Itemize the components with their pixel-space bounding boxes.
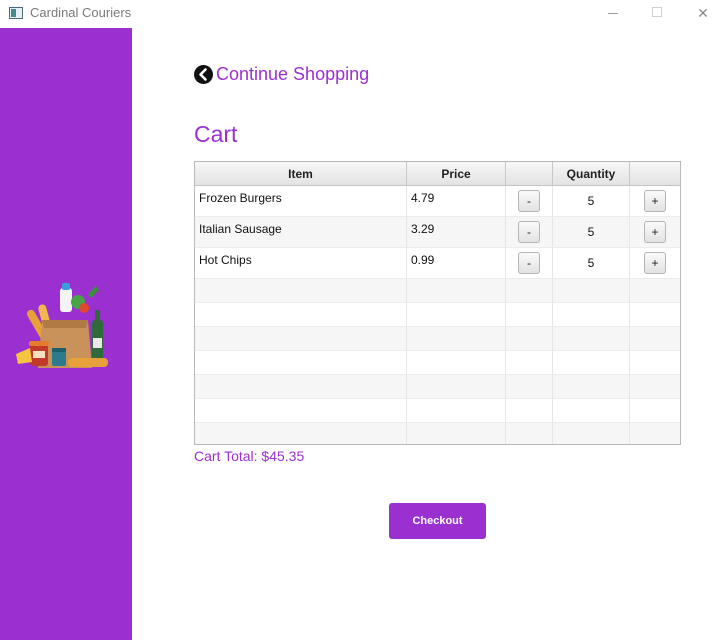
checkout-button[interactable]: Checkout: [389, 503, 486, 539]
increment-button[interactable]: +: [644, 252, 666, 274]
table-row[interactable]: Frozen Burgers 4.79 - 5 +: [195, 186, 680, 217]
item-price: 3.29: [411, 222, 435, 236]
empty-row: [195, 303, 680, 327]
item-price: 4.79: [411, 191, 435, 205]
empty-row: [195, 279, 680, 303]
empty-row: [195, 375, 680, 399]
sidebar: [0, 28, 132, 640]
cart-table: Item Price Quantity Frozen Burgers 4.79 …: [194, 161, 681, 445]
column-header-quantity[interactable]: Quantity: [553, 162, 630, 186]
minimize-icon[interactable]: [598, 2, 628, 24]
item-name: Hot Chips: [199, 253, 252, 267]
column-header-price[interactable]: Price: [407, 162, 506, 186]
item-name: Italian Sausage: [199, 222, 282, 236]
decrement-button[interactable]: -: [518, 221, 540, 243]
cart-total: Cart Total: $45.35: [194, 448, 305, 464]
table-row[interactable]: Italian Sausage 3.29 - 5 +: [195, 217, 680, 248]
item-name: Frozen Burgers: [199, 191, 282, 205]
maximize-icon[interactable]: [642, 2, 672, 24]
increment-button[interactable]: +: [644, 221, 666, 243]
page-title: Cart: [194, 121, 238, 147]
grocery-bag-icon: [16, 283, 108, 368]
continue-shopping-label: Continue Shopping: [216, 63, 370, 84]
close-icon[interactable]: ✕: [688, 2, 718, 24]
column-header-increment[interactable]: [630, 162, 680, 186]
window-titlebar: Cardinal Couriers ✕: [0, 0, 720, 28]
window-title: Cardinal Couriers: [30, 5, 132, 20]
table-row[interactable]: Hot Chips 0.99 - 5 +: [195, 248, 680, 279]
column-header-item[interactable]: Item: [195, 162, 407, 186]
column-header-decrement[interactable]: [506, 162, 553, 186]
empty-row: [195, 327, 680, 351]
continue-shopping-link[interactable]: Continue Shopping: [194, 63, 369, 85]
item-price: 0.99: [411, 253, 435, 267]
increment-button[interactable]: +: [644, 190, 666, 212]
empty-row: [195, 423, 680, 444]
table-header: Item Price Quantity: [195, 162, 680, 186]
decrement-button[interactable]: -: [518, 190, 540, 212]
decrement-button[interactable]: -: [518, 252, 540, 274]
item-quantity: 5: [587, 194, 595, 208]
empty-row: [195, 351, 680, 375]
app-icon: [9, 7, 23, 19]
empty-row: [195, 399, 680, 423]
item-quantity: 5: [587, 225, 595, 239]
chevron-left-circle-icon: [194, 64, 213, 84]
item-quantity: 5: [587, 256, 595, 270]
